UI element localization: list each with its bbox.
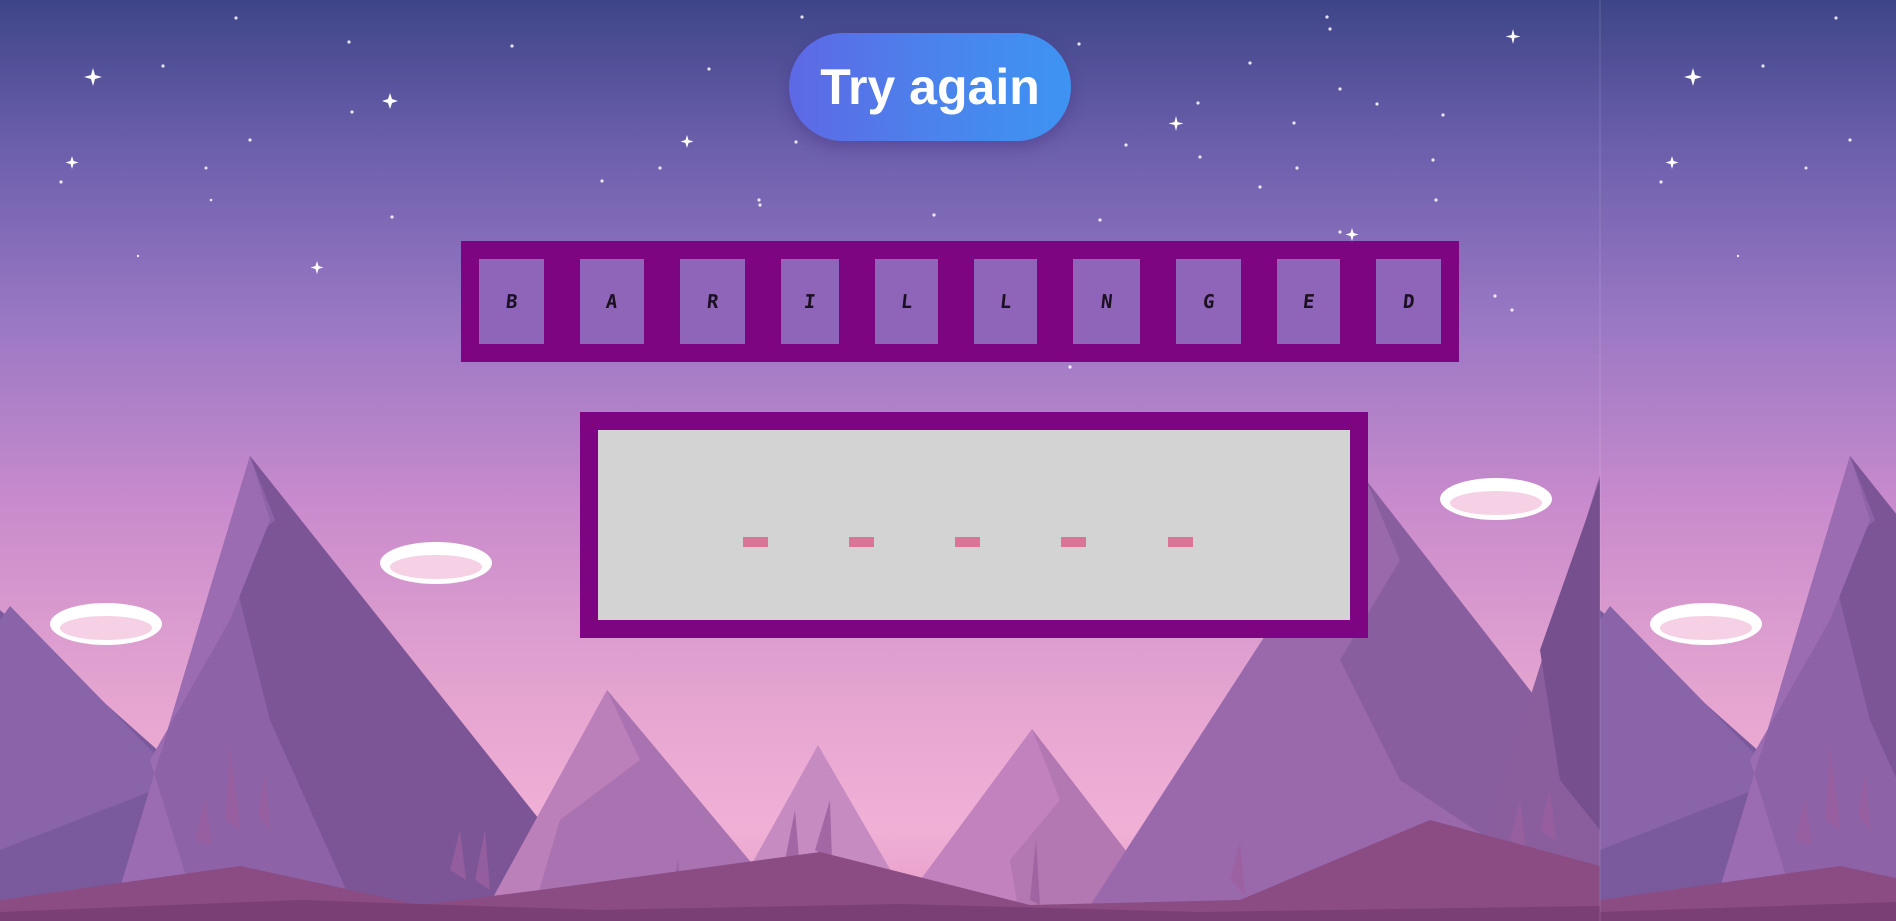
answer-area[interactable]	[598, 430, 1350, 620]
letter-label: R	[705, 290, 720, 313]
letter-label: E	[1301, 290, 1316, 313]
letter-tile[interactable]: N	[1073, 259, 1140, 344]
answer-board	[580, 412, 1368, 638]
letter-tile[interactable]: L	[974, 259, 1037, 344]
cloud-icon	[50, 603, 162, 645]
letter-label: A	[605, 290, 619, 313]
try-again-button[interactable]: Try again	[789, 33, 1071, 141]
letter-tile[interactable]: G	[1176, 259, 1241, 344]
background-tile-repeat	[1600, 0, 1896, 921]
letter-label: D	[1401, 290, 1416, 313]
letter-label: L	[899, 290, 914, 313]
letter-tile[interactable]: B	[479, 259, 544, 344]
letter-tile[interactable]: L	[875, 259, 938, 344]
letter-tray: B A R I L L N G E D	[461, 241, 1459, 362]
letter-tile[interactable]: A	[580, 259, 644, 344]
letter-label: N	[1099, 290, 1114, 313]
letter-label: G	[1201, 290, 1216, 313]
answer-slot[interactable]	[849, 537, 874, 547]
answer-slot[interactable]	[1168, 537, 1193, 547]
answer-slot[interactable]	[955, 537, 980, 547]
letter-tile[interactable]: D	[1376, 259, 1441, 344]
letter-label: B	[504, 290, 519, 313]
letter-tile[interactable]: R	[680, 259, 745, 344]
answer-slot[interactable]	[743, 537, 768, 547]
tile-seam	[1599, 0, 1601, 921]
letter-label: I	[803, 290, 817, 313]
letter-tile[interactable]: E	[1277, 259, 1340, 344]
letter-tile[interactable]: I	[781, 259, 839, 344]
letter-label: L	[998, 290, 1013, 313]
game-stage: Try again B A R I L L N G E D	[0, 0, 1896, 921]
answer-slot[interactable]	[1061, 537, 1086, 547]
